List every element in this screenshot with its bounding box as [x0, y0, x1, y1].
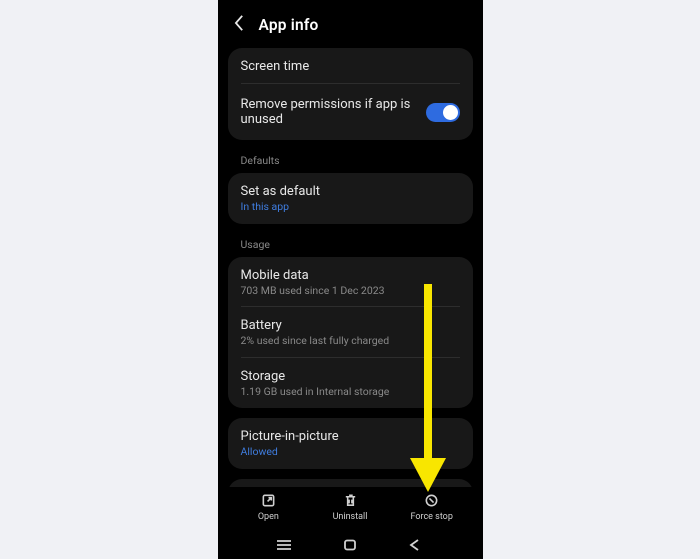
action-label: Force stop — [410, 512, 452, 522]
action-force-stop[interactable]: Force stop — [391, 493, 473, 522]
row-label: Remove permissions if app is unused — [241, 97, 426, 127]
trash-icon — [343, 493, 358, 508]
back-icon[interactable] — [234, 14, 245, 36]
row-label: Picture-in-picture — [241, 429, 460, 444]
card-general: Screen time Remove permissions if app is… — [228, 48, 473, 140]
row-label: Battery — [241, 318, 460, 333]
row-label: Storage — [241, 369, 460, 384]
row-picture-in-picture[interactable]: Picture-in-picture Allowed — [228, 418, 473, 469]
row-sublabel: Allowed — [241, 446, 460, 459]
open-icon — [261, 493, 276, 508]
row-label: Mobile data — [241, 268, 460, 283]
row-app-details-store[interactable]: App details in store App downloaded from… — [228, 479, 473, 487]
action-open[interactable]: Open — [228, 493, 310, 522]
section-defaults: Defaults — [228, 150, 473, 173]
nav-home-icon[interactable] — [340, 538, 360, 552]
card-defaults: Set as default In this app — [228, 173, 473, 224]
row-battery[interactable]: Battery 2% used since last fully charged — [228, 307, 473, 358]
phone-screen: App info Screen time Remove permissions … — [218, 0, 483, 559]
stop-icon — [424, 493, 439, 508]
section-usage: Usage — [228, 234, 473, 257]
row-storage[interactable]: Storage 1.19 GB used in Internal storage — [228, 358, 473, 409]
row-sublabel: 2% used since last fully charged — [241, 335, 460, 348]
nav-back-icon[interactable] — [406, 538, 426, 552]
row-sublabel: In this app — [241, 201, 460, 214]
card-store: App details in store App downloaded from… — [228, 479, 473, 487]
row-set-default[interactable]: Set as default In this app — [228, 173, 473, 224]
page-title: App info — [259, 16, 319, 34]
nav-recent-icon[interactable] — [274, 538, 294, 552]
row-screen-time[interactable]: Screen time — [228, 48, 473, 84]
row-sublabel: 703 MB used since 1 Dec 2023 — [241, 285, 460, 298]
card-pip: Picture-in-picture Allowed — [228, 418, 473, 469]
card-usage: Mobile data 703 MB used since 1 Dec 2023… — [228, 257, 473, 409]
row-remove-permissions[interactable]: Remove permissions if app is unused — [228, 84, 473, 140]
content-scroll: Screen time Remove permissions if app is… — [218, 48, 483, 487]
system-navbar — [218, 529, 483, 559]
bottom-actions: Open Uninstall Force stop — [218, 487, 483, 529]
toggle-remove-permissions[interactable] — [426, 103, 460, 122]
row-label: Set as default — [241, 184, 460, 199]
row-label: Screen time — [241, 59, 460, 74]
row-sublabel: 1.19 GB used in Internal storage — [241, 386, 460, 399]
header-bar: App info — [218, 0, 483, 48]
action-uninstall[interactable]: Uninstall — [309, 493, 391, 522]
row-mobile-data[interactable]: Mobile data 703 MB used since 1 Dec 2023 — [228, 257, 473, 308]
action-label: Open — [258, 512, 279, 522]
action-label: Uninstall — [333, 512, 368, 522]
